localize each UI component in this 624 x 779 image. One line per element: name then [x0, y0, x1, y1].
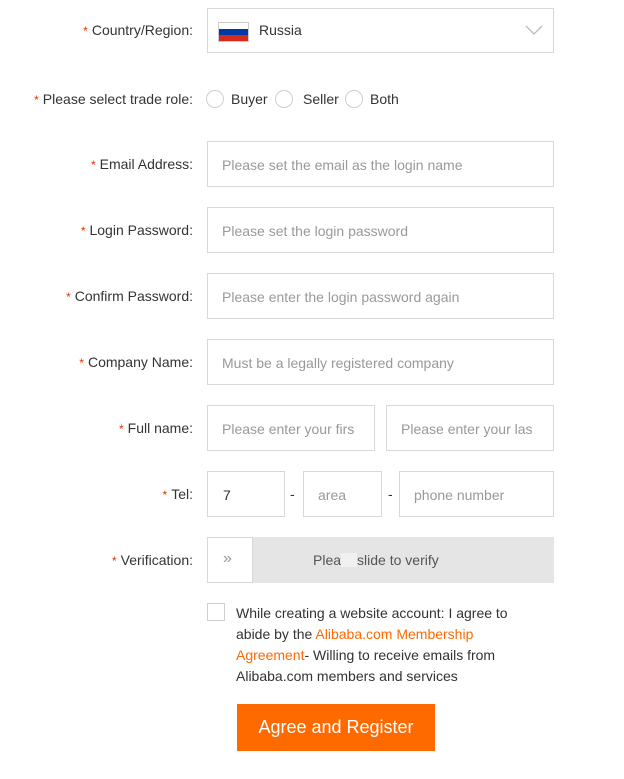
confirm-password-row: * Confirm Password: Please enter the logi…: [0, 273, 624, 319]
slide-verify-shine: [341, 553, 358, 567]
agree-and-register-button[interactable]: Agree and Register: [237, 704, 435, 751]
company-placeholder: Must be a legally registered company: [222, 355, 454, 371]
country-row: * Country/Region: Russia: [0, 8, 624, 53]
agreement-checkbox[interactable]: [207, 603, 225, 621]
password-label-text: Login Password:: [89, 222, 193, 238]
password-placeholder: Please set the login password: [222, 223, 408, 239]
chevron-down-icon: [525, 23, 543, 41]
confirm-password-placeholder: Please enter the login password again: [222, 289, 460, 305]
required-mark: *: [66, 290, 71, 304]
password-field[interactable]: Please set the login password: [207, 207, 554, 253]
first-name-field[interactable]: Please enter your firs: [207, 405, 375, 451]
double-chevron-right-icon: »: [223, 550, 232, 567]
confirm-password-label-text: Confirm Password:: [74, 288, 193, 304]
slide-verify-track: Plea slide to verify: [207, 537, 554, 583]
slide-verify-text: Plea slide to verify: [313, 552, 439, 568]
email-label-text: Email Address:: [99, 156, 193, 172]
required-mark: *: [34, 93, 39, 107]
verification-label: * Verification:: [112, 552, 193, 568]
radio-both-label[interactable]: Both: [370, 90, 399, 108]
last-name-field[interactable]: Please enter your las: [386, 405, 554, 451]
trade-role-label: * Please select trade role:: [34, 91, 193, 107]
area-placeholder: area: [318, 487, 347, 503]
tel-separator: -: [290, 486, 295, 502]
tel-separator: -: [388, 486, 393, 502]
radio-seller-label[interactable]: Seller: [303, 90, 339, 108]
slide-verify-text-start: Plea: [313, 552, 342, 568]
radio-both[interactable]: [345, 90, 363, 108]
verification-label-text: Verification:: [120, 552, 193, 568]
required-mark: *: [80, 224, 86, 238]
verification-row: * Verification: Plea slide to verify »: [0, 537, 624, 583]
company-field[interactable]: Must be a legally registered company: [207, 339, 554, 385]
password-label: * Login Password:: [81, 222, 193, 238]
country-value: Russia: [259, 22, 302, 38]
required-mark: *: [79, 356, 84, 370]
required-mark: *: [83, 24, 88, 38]
slide-verify-text-end: slide to verify: [357, 552, 439, 568]
country-code-field[interactable]: 7: [207, 471, 285, 517]
russia-flag-icon: [218, 22, 249, 42]
trade-role-label-text: Please select trade role:: [42, 91, 193, 107]
password-row: * Login Password: Please set the login pa…: [0, 207, 624, 253]
country-label: * Country/Region:: [83, 22, 193, 38]
company-label-text: Company Name:: [87, 354, 193, 370]
tel-row: * Tel: 7 - area - phone number: [0, 471, 624, 517]
country-select[interactable]: Russia: [207, 8, 554, 53]
required-mark: *: [162, 488, 168, 502]
first-name-placeholder: Please enter your firs: [222, 421, 355, 437]
radio-buyer-label[interactable]: Buyer: [231, 90, 268, 108]
email-label: * Email Address:: [91, 156, 193, 172]
slide-verify-handle[interactable]: »: [207, 537, 253, 583]
email-placeholder: Please set the email as the login name: [222, 157, 463, 173]
confirm-password-field[interactable]: Please enter the login password again: [207, 273, 554, 319]
trade-role-row: * Please select trade role: Buyer Seller …: [0, 90, 624, 110]
agreement-text: While creating a website account: I agre…: [236, 603, 536, 687]
required-mark: *: [90, 158, 96, 172]
company-label: * Company Name:: [79, 354, 193, 370]
phone-number-field[interactable]: phone number: [399, 471, 554, 517]
email-row: * Email Address: Please set the email as …: [0, 141, 624, 187]
phone-placeholder: phone number: [414, 487, 505, 503]
last-name-placeholder: Please enter your las: [401, 421, 533, 437]
required-mark: *: [118, 422, 124, 436]
country-code-value: 7: [223, 487, 231, 503]
tel-label: * Tel:: [163, 486, 193, 502]
radio-seller[interactable]: [275, 90, 293, 108]
tel-label-text: Tel:: [171, 486, 193, 502]
full-name-label-text: Full name:: [127, 420, 193, 436]
country-label-text: Country/Region:: [91, 22, 193, 38]
radio-buyer[interactable]: [206, 90, 224, 108]
company-row: * Company Name: Must be a legally registe…: [0, 339, 624, 385]
email-field[interactable]: Please set the email as the login name: [207, 141, 554, 187]
full-name-row: * Full name: Please enter your firs Pleas…: [0, 405, 624, 451]
full-name-label: * Full name:: [119, 420, 193, 436]
area-code-field[interactable]: area: [303, 471, 382, 517]
confirm-password-label: * Confirm Password:: [66, 288, 193, 304]
required-mark: *: [111, 554, 117, 568]
